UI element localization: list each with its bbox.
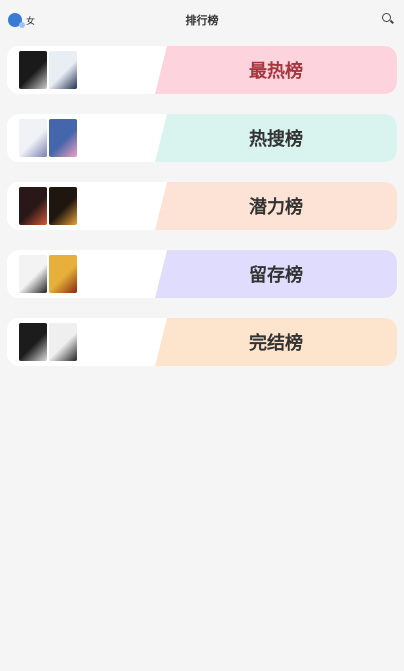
book-cover [19, 119, 47, 157]
ranking-card-retention[interactable]: 留存榜 [7, 250, 397, 298]
ranking-list: 最热榜 热搜榜 潜力榜 留存榜 完结榜 [7, 46, 397, 386]
book-cover [19, 255, 47, 293]
book-cover [49, 255, 77, 293]
top-bar: ‹ 女 排行榜 › [0, 0, 404, 40]
book-cover [19, 323, 47, 361]
cover-group [19, 255, 77, 293]
ranking-card-completed[interactable]: 完结榜 [7, 318, 397, 366]
ranking-label: 留存榜 [249, 265, 303, 286]
book-cover [49, 119, 77, 157]
ranking-label: 热搜榜 [249, 129, 303, 150]
cover-group [19, 119, 77, 157]
search-icon[interactable] [382, 13, 394, 24]
ranking-label: 最热榜 [249, 61, 303, 82]
ranking-label: 完结榜 [249, 333, 303, 354]
ranking-card-potential[interactable]: 潜力榜 [7, 182, 397, 230]
page-title: 排行榜 [185, 14, 219, 27]
book-cover [49, 323, 77, 361]
cover-group [19, 187, 77, 225]
ranking-card-hot[interactable]: 最热榜 [7, 46, 397, 94]
book-cover [49, 187, 77, 225]
book-cover [49, 51, 77, 89]
ranking-card-search[interactable]: 热搜榜 [7, 114, 397, 162]
book-cover [19, 51, 47, 89]
cover-group [19, 51, 77, 89]
ranking-label: 潜力榜 [249, 197, 303, 218]
cover-group [19, 323, 77, 361]
book-cover [19, 187, 47, 225]
